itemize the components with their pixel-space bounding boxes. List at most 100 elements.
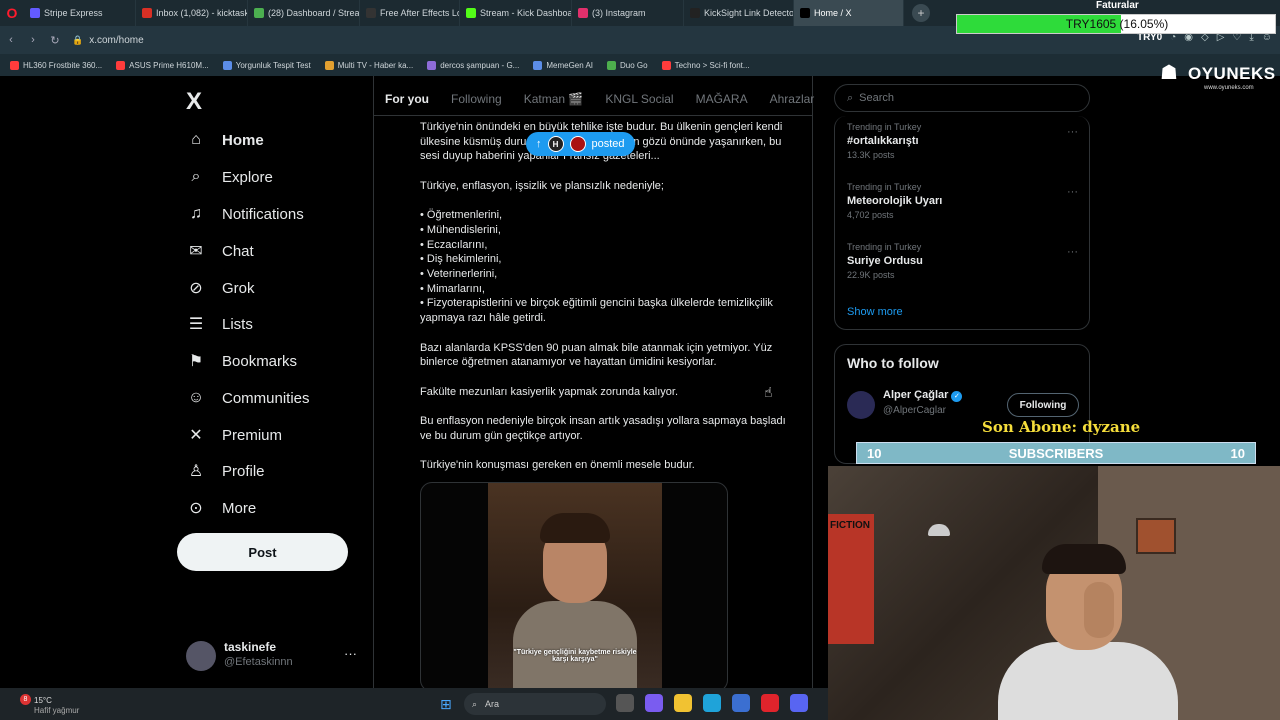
browser-tab[interactable]: Stream - Kick Dashboard (460, 0, 572, 26)
search-icon: ⌕ (472, 698, 478, 709)
task-view-icon[interactable] (616, 694, 634, 712)
show-more-link[interactable]: Show more (847, 306, 903, 318)
tab-label: KickSight Link Detector (704, 8, 794, 18)
post-paragraph: Bazı alanlarda KPSS'den 90 puan almak bi… (420, 341, 773, 369)
trend-item[interactable]: Trending in Turkey #ortalıkkarıştı 13.3K p… (847, 122, 921, 160)
file-explorer-icon[interactable] (674, 694, 692, 712)
sidebar-item-label: Communities (222, 389, 310, 407)
suggested-user-name-text: Alper Çağlar (883, 389, 949, 401)
sidebar-item-communities[interactable]: ☺ Communities (186, 388, 310, 408)
avatar (569, 136, 586, 152)
url-field[interactable]: x.com/home (89, 35, 143, 46)
bookmark-item[interactable]: HL360 Frostbite 360... (10, 60, 102, 70)
avatar[interactable] (847, 391, 875, 419)
profile-icon: ♙ (188, 463, 204, 480)
bookmark-item[interactable]: Techno > Sci-fi font... (661, 60, 750, 70)
sidebar-item-profile[interactable]: ♙ Profile (186, 461, 265, 481)
reload-icon[interactable]: ↻ (44, 34, 66, 47)
timeline-tab[interactable]: Ahrazlar (759, 92, 826, 106)
bookmark-favicon-icon (324, 60, 334, 70)
post-video[interactable]: "Türkiye gençliğini kaybetme riskiyle ka… (420, 482, 728, 692)
bookmark-icon: ⚑ (188, 353, 204, 370)
browser-tab[interactable]: Home / X (794, 0, 904, 26)
timeline-tab[interactable]: KNGL Social (594, 92, 684, 106)
trend-item[interactable]: Trending in Turkey Suriye Ordusu 22.9K pos… (847, 242, 923, 280)
lock-icon: 🔒 (72, 34, 84, 45)
following-button[interactable]: Following (1007, 393, 1079, 417)
timeline-tab[interactable]: For you (374, 92, 440, 106)
weather-desc: Hafif yağmur (34, 706, 80, 715)
more-options-icon[interactable]: ··· (344, 646, 357, 661)
browser-tab[interactable]: Inbox (1,082) - kicktaskin (136, 0, 248, 26)
timeline-tab[interactable]: MAĞARA (685, 92, 759, 106)
sidebar-item-label: Profile (222, 462, 265, 480)
bookmark-label: Techno > Sci-fi font... (674, 60, 750, 70)
trend-category: Trending in Turkey (847, 182, 922, 192)
bookmark-label: Multi TV - Haber ka... (337, 60, 414, 70)
more-options-icon[interactable]: ··· (1067, 246, 1078, 258)
bookmark-item[interactable]: Duo Go (607, 60, 648, 70)
tab-favicon-icon (690, 8, 700, 18)
sidebar-item-bookmarks[interactable]: ⚑ Bookmarks (186, 351, 297, 371)
back-icon[interactable]: ‹ (0, 34, 22, 46)
sidebar-item-home[interactable]: ⌂ Home (186, 130, 264, 150)
taskbar-search-input[interactable]: ⌕ Ara (464, 693, 606, 715)
sidebar-item-notifications[interactable]: ♫ Notifications (186, 204, 304, 224)
controller-icon: ☗ (1160, 62, 1178, 84)
timeline-tab[interactable]: Following (440, 92, 513, 106)
bookmark-label: MemeGen AI (546, 60, 594, 70)
bookmark-favicon-icon (427, 60, 437, 70)
search-input[interactable]: ⌕ Search (834, 84, 1090, 112)
browser-tab[interactable]: (3) Instagram (572, 0, 684, 26)
profile-handle: @Efetaskinnn (224, 656, 293, 668)
browser-tab[interactable]: Stripe Express (24, 0, 136, 26)
more-options-icon[interactable]: ··· (1067, 186, 1078, 198)
goal-progress-bar: TRY1605 (16.05%) (956, 14, 1276, 34)
bookmark-item[interactable]: ASUS Prime H610M... (116, 60, 209, 70)
posted-label: posted (591, 138, 625, 150)
tab-favicon-icon (578, 8, 588, 18)
bookmark-item[interactable]: dercos şampuan - G... (427, 60, 519, 70)
more-options-icon[interactable]: ··· (1067, 126, 1078, 138)
sidebar-item-premium[interactable]: ✕ Premium (186, 425, 282, 445)
suggested-user-name[interactable]: Alper Çağlar ✓ (883, 389, 963, 402)
bookmark-item[interactable]: Multi TV - Haber ka... (324, 60, 414, 70)
column-divider (373, 76, 374, 688)
video-person-shirt (513, 601, 637, 691)
tab-label: Stream - Kick Dashboard (480, 8, 572, 18)
sidebar-item-chat[interactable]: ✉ Chat (186, 241, 253, 261)
subscribers-right-count: 10 (1230, 445, 1245, 461)
edge-browser-icon[interactable] (703, 694, 721, 712)
webcam-lamp (928, 524, 950, 536)
store-icon[interactable] (732, 694, 750, 712)
column-divider (812, 76, 813, 688)
browser-tab[interactable]: KickSight Link Detector (684, 0, 794, 26)
opera-logo-icon[interactable]: O (0, 0, 24, 26)
brand-url: www.oyuneks.com (1204, 85, 1254, 91)
new-tab-button[interactable]: + (912, 4, 930, 22)
video-frame: "Türkiye gençliğini kaybetme riskiyle ka… (488, 483, 662, 691)
copilot-icon[interactable] (645, 694, 663, 712)
windows-start-icon[interactable]: ⊞ (440, 696, 456, 712)
search-icon: ⌕ (847, 91, 854, 104)
trend-name: #ortalıkkarıştı (847, 135, 919, 147)
sidebar-item-explore[interactable]: ⌕ Explore (186, 167, 273, 187)
sidebar-item-grok[interactable]: ⊘ Grok (186, 278, 254, 298)
new-posts-pill[interactable]: ↑ H posted (526, 132, 635, 156)
discord-icon[interactable] (790, 694, 808, 712)
bookmark-item[interactable]: MemeGen AI (533, 60, 594, 70)
sidebar-item-lists[interactable]: ☰ Lists (186, 314, 253, 334)
bookmark-favicon-icon (10, 60, 19, 70)
post-button[interactable]: Post (177, 533, 348, 571)
forward-icon[interactable]: › (22, 34, 44, 46)
bookmark-item[interactable]: Yorgunluk Tespit Test (222, 60, 311, 70)
trend-item[interactable]: Trending in Turkey Meteorolojik Uyarı 4,70… (847, 182, 942, 220)
timeline-tab[interactable]: Katman 🎬 (513, 92, 595, 106)
account-switcher[interactable]: taskinefe @Efetaskinnn ··· (186, 638, 366, 674)
trends-panel: Show more Trending in Turkey #ortalıkkarı… (834, 116, 1090, 330)
browser-tab[interactable]: Free After Effects Lower T (360, 0, 460, 26)
opera-browser-icon[interactable] (761, 694, 779, 712)
sidebar-item-more[interactable]: ⊙ More (186, 498, 256, 518)
x-logo[interactable]: X (186, 88, 202, 116)
browser-tab[interactable]: (28) Dashboard / Streamla (248, 0, 360, 26)
